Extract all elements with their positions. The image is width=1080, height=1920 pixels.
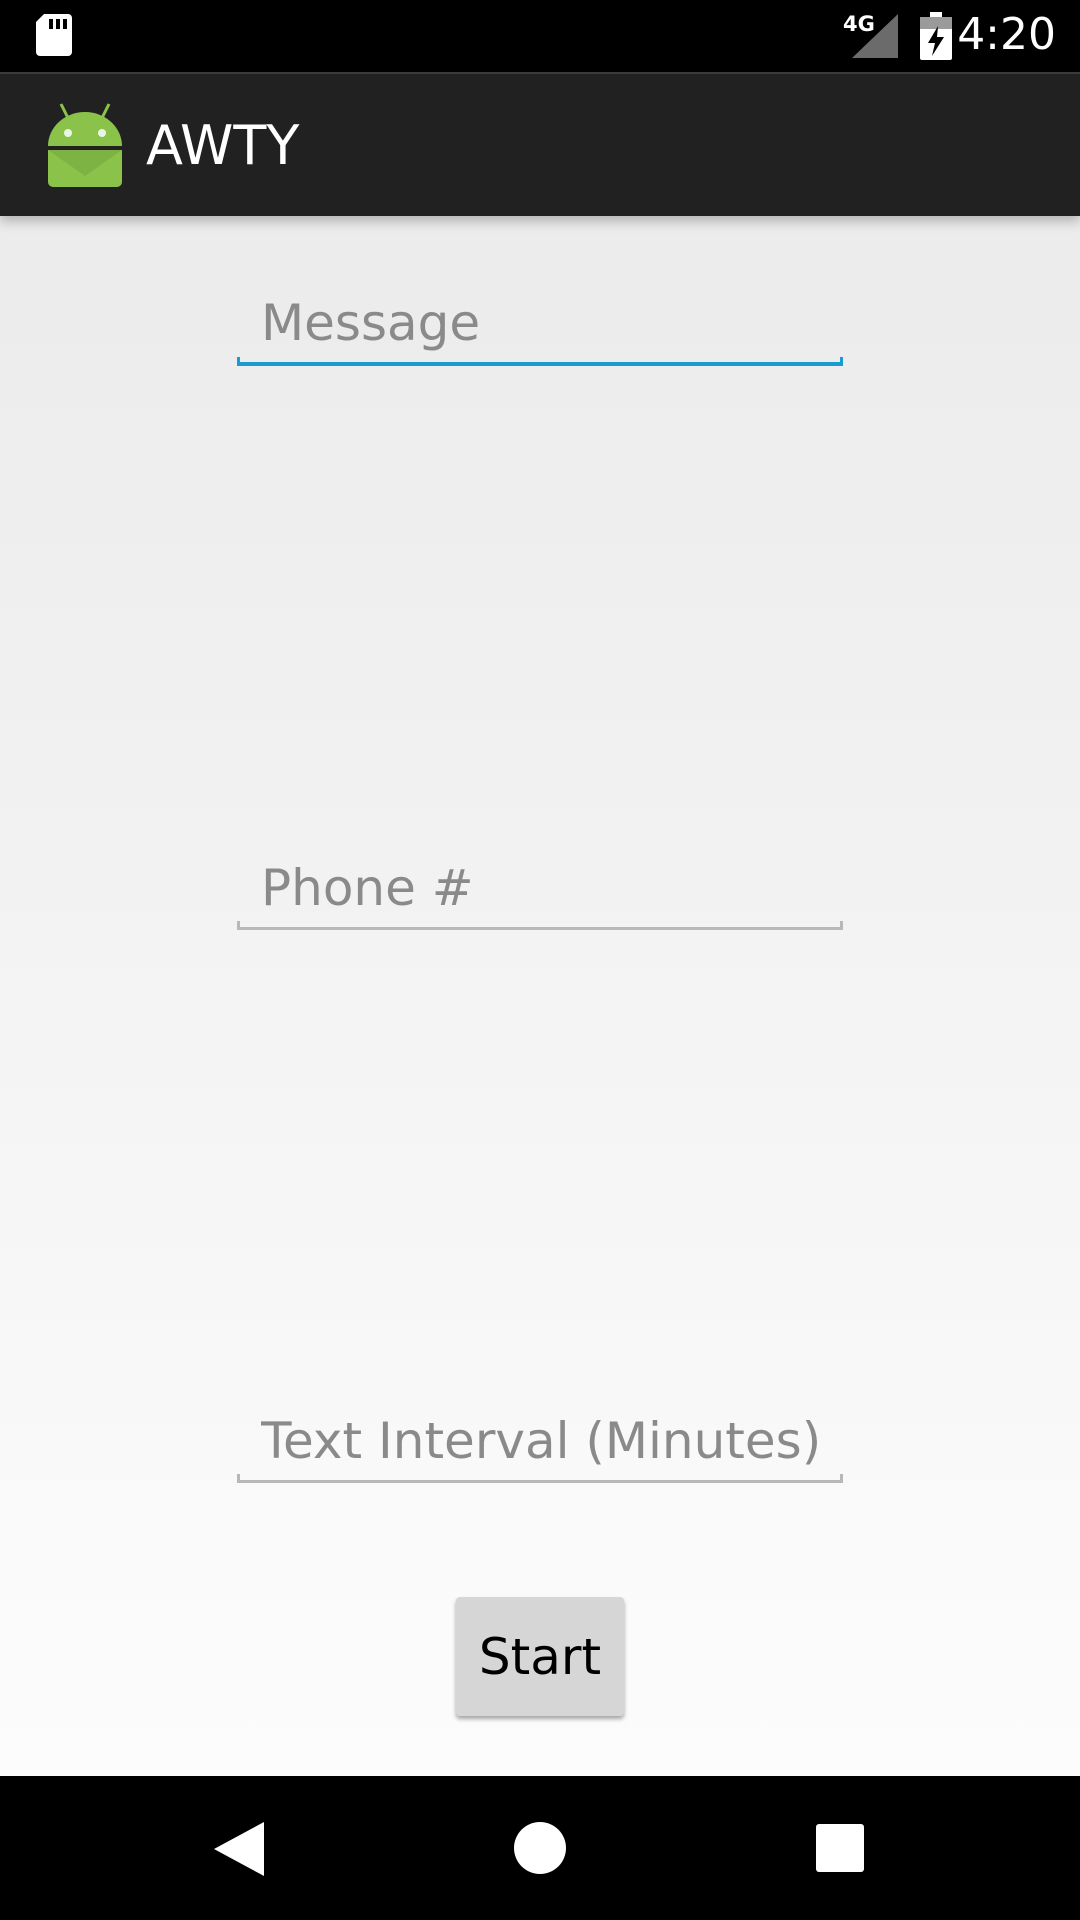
phone-field[interactable] — [237, 849, 843, 930]
home-icon[interactable] — [514, 1822, 566, 1874]
phone-input[interactable] — [237, 849, 843, 927]
status-time: 4:20 — [957, 9, 1056, 60]
phone-underline — [237, 921, 843, 930]
interval-input[interactable] — [237, 1402, 843, 1480]
recents-icon[interactable] — [816, 1824, 864, 1872]
message-input[interactable] — [237, 284, 843, 362]
android-icon — [48, 103, 122, 187]
app-title: AWTY — [146, 114, 300, 177]
status-bar: 4G 4:20 — [0, 0, 1080, 72]
signal-icon — [852, 14, 898, 58]
sd-card-icon — [36, 14, 72, 56]
message-underline — [237, 357, 843, 366]
battery-charging-icon — [920, 12, 952, 60]
back-icon[interactable] — [214, 1822, 264, 1876]
interval-underline — [237, 1474, 843, 1483]
nav-bar — [0, 1776, 1080, 1920]
interval-field[interactable] — [237, 1402, 843, 1483]
message-field[interactable] — [237, 284, 843, 366]
start-button[interactable]: Start — [456, 1597, 624, 1716]
app-bar: AWTY — [0, 72, 1080, 216]
